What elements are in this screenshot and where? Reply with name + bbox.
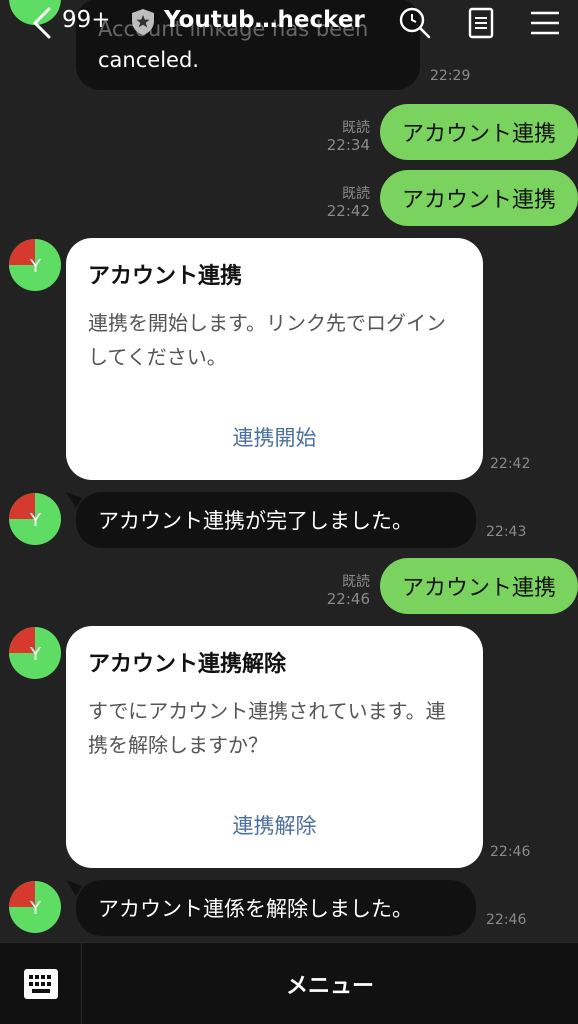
notes-icon[interactable] (464, 6, 498, 40)
unlink-button[interactable]: 連携解除 (66, 810, 483, 840)
chat-title[interactable]: Youtub…hecker (164, 7, 365, 33)
message-card: アカウント連携解除 すでにアカウント連携されています。連携を解除しますか？ 連携… (66, 626, 483, 868)
read-status: 既読 22:34 (326, 120, 370, 154)
message-bubble[interactable]: アカウント連係を解除しました。 (76, 880, 476, 936)
message-bubble-outgoing[interactable]: アカウント連携 (380, 558, 578, 614)
card-title: アカウント連携 (88, 264, 243, 289)
message-bubble-outgoing[interactable]: アカウント連携 (380, 104, 578, 160)
chat-area[interactable]: Account linkage has been canceled. 22:29… (0, 0, 578, 942)
message-text: アカウント連携 (402, 188, 557, 213)
message-time: 22:43 (486, 524, 527, 540)
unread-count[interactable]: 99+ (62, 7, 111, 33)
message-text: canceled. (98, 48, 199, 72)
chevron-left-icon[interactable] (30, 6, 54, 40)
message-time: 22:29 (430, 68, 471, 84)
message-text: アカウント連携が完了しました。 (98, 509, 413, 533)
chat-header: 99+ Youtub…hecker (0, 0, 578, 46)
keyboard-toggle-button[interactable] (0, 943, 82, 1024)
hamburger-menu-icon[interactable] (528, 6, 562, 40)
bot-avatar-icon[interactable]: Y (8, 626, 62, 680)
card-body: 連携を開始します。リンク先でログインしてください。 (88, 311, 446, 369)
read-status: 既読 22:42 (326, 186, 370, 220)
search-icon[interactable] (398, 6, 432, 40)
message-card: アカウント連携 連携を開始します。リンク先でログインしてください。 連携開始 (66, 238, 483, 480)
rich-menu-bar: メニュー (0, 942, 578, 1024)
shield-star-icon (132, 9, 154, 35)
message-time: 22:42 (490, 456, 531, 472)
svg-text:Y: Y (29, 898, 42, 919)
message-time: 22:46 (486, 912, 527, 928)
menu-button[interactable]: メニュー (82, 943, 578, 1024)
message-bubble[interactable]: アカウント連携が完了しました。 (76, 492, 476, 548)
bot-avatar-icon[interactable]: Y (8, 492, 62, 546)
message-time: 22:46 (490, 844, 531, 860)
bot-avatar-icon[interactable]: Y (8, 238, 62, 292)
message-text: アカウント連携 (402, 122, 557, 147)
message-text: アカウント連携 (402, 576, 557, 601)
read-status: 既読 22:46 (326, 574, 370, 608)
message-bubble-outgoing[interactable]: アカウント連携 (380, 170, 578, 226)
card-title: アカウント連携解除 (88, 652, 287, 677)
start-link-button[interactable]: 連携開始 (66, 422, 483, 452)
svg-text:Y: Y (29, 256, 42, 277)
message-text: アカウント連係を解除しました。 (98, 897, 413, 921)
svg-text:Y: Y (29, 644, 42, 665)
card-body: すでにアカウント連携されています。連携を解除しますか？ (88, 699, 446, 757)
svg-text:Y: Y (29, 510, 42, 531)
keyboard-icon (23, 969, 58, 999)
chat-screen: Account linkage has been canceled. 22:29… (0, 0, 578, 1024)
bot-avatar-icon[interactable]: Y (8, 880, 62, 934)
